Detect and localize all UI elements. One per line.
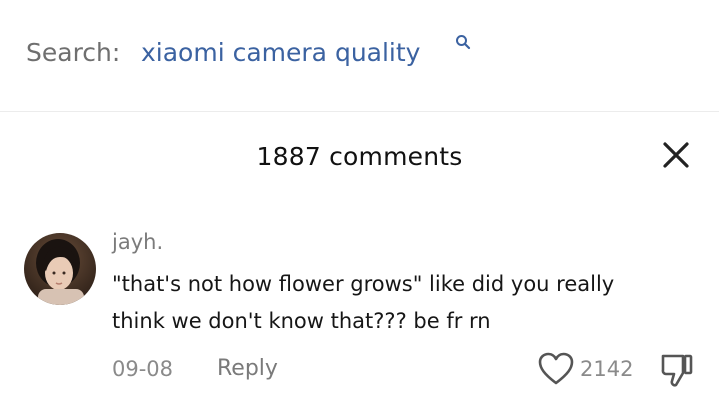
comment-text: "that's not how flower grows" like did y… [112,266,672,340]
search-bar[interactable]: Search: xiaomi camera quality [0,0,719,112]
avatar[interactable] [24,233,96,305]
comment-username[interactable]: jayh. [112,230,163,254]
comments-header: 1887 comments [0,113,719,203]
search-query-link[interactable]: xiaomi camera quality [141,38,420,67]
like-count: 2142 [580,357,634,381]
close-icon[interactable] [660,139,692,171]
comments-page: Search: xiaomi camera quality 1887 comme… [0,0,719,419]
reply-button[interactable]: Reply [217,356,278,381]
thumbs-down-icon[interactable] [660,352,694,388]
comment-text-line-1: "that's not how flower grows" like did y… [112,272,615,296]
heart-icon[interactable] [538,352,574,386]
comment-text-line-2: think we don't know that??? be fr rn [112,309,491,333]
search-icon[interactable] [455,34,471,50]
search-label: Search: [26,38,121,67]
comment-date: 09-08 [112,357,174,381]
avatar-image [24,233,96,305]
comment-count-title: 1887 comments [256,142,463,171]
comment-item: jayh. "that's not how flower grows" like… [0,220,719,419]
